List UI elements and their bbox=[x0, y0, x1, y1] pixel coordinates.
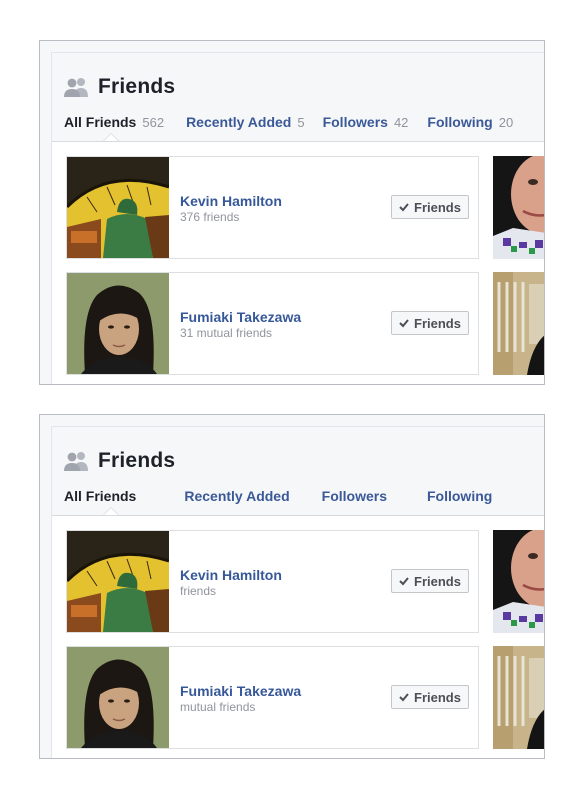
friend-name[interactable]: Fumiaki Takezawa bbox=[180, 683, 301, 699]
friends-card-container: Friends All Friends 562 Recently Added 5 F… bbox=[51, 52, 544, 384]
friends-button[interactable]: Friends bbox=[391, 569, 469, 593]
portrait-avatar-image bbox=[67, 647, 169, 748]
friends-button[interactable]: Friends bbox=[391, 311, 469, 335]
avatar-next-friend[interactable] bbox=[493, 156, 544, 259]
comic-avatar-image bbox=[67, 157, 169, 258]
friends-button-label: Friends bbox=[414, 573, 461, 589]
active-tab-indicator-fill bbox=[104, 508, 118, 515]
cropped-avatar-image bbox=[493, 646, 544, 749]
friends-tabs: All Friends Recently Added Followers Fol… bbox=[64, 488, 492, 504]
tab-recently-added[interactable]: Recently Added bbox=[184, 488, 289, 504]
check-icon bbox=[399, 319, 409, 328]
cropped-avatar-image bbox=[493, 272, 544, 375]
friend-name[interactable]: Kevin Hamilton bbox=[180, 193, 282, 209]
portrait-avatar-image bbox=[67, 273, 169, 374]
tab-all-friends[interactable]: All Friends 562 bbox=[64, 114, 164, 130]
friends-panel-without-counts: Friends All Friends Recently Added Follo… bbox=[39, 414, 545, 759]
friend-count: 376 friends bbox=[180, 210, 240, 224]
friends-button[interactable]: Friends bbox=[391, 195, 469, 219]
friends-tabs: All Friends 562 Recently Added 5 Followers… bbox=[64, 114, 513, 130]
friend-card: Kevin Hamilton friends Friends bbox=[66, 530, 479, 633]
check-icon bbox=[399, 577, 409, 586]
avatar-next-friend[interactable] bbox=[493, 272, 544, 375]
mutual-friends-count: 31 mutual friends bbox=[180, 326, 273, 340]
tab-count: 5 bbox=[297, 115, 305, 130]
friends-button[interactable]: Friends bbox=[391, 685, 469, 709]
tab-following[interactable]: Following 20 bbox=[427, 114, 513, 130]
avatar-kevin-hamilton[interactable] bbox=[67, 531, 169, 632]
page-title: Friends bbox=[98, 449, 176, 472]
friends-icon bbox=[64, 452, 88, 471]
cropped-avatar-image bbox=[493, 156, 544, 259]
tab-followers[interactable]: Followers bbox=[322, 488, 387, 504]
friend-card: Fumiaki Takezawa 31 mutual friends Frien… bbox=[66, 272, 479, 375]
tab-followers[interactable]: Followers 42 bbox=[323, 114, 409, 130]
tab-label: Recently Added bbox=[184, 488, 290, 504]
friends-list: Kevin Hamilton friends Friends Fumiaki T… bbox=[52, 516, 544, 758]
tab-count: 562 bbox=[142, 115, 165, 130]
avatar-next-friend[interactable] bbox=[493, 530, 544, 633]
tab-count: 42 bbox=[393, 115, 409, 130]
avatar-kevin-hamilton[interactable] bbox=[67, 157, 169, 258]
check-icon bbox=[399, 693, 409, 702]
friends-list: Kevin Hamilton 376 friends Friends Fumia… bbox=[52, 142, 544, 384]
comic-avatar-image bbox=[67, 531, 169, 632]
active-tab-indicator-fill bbox=[104, 134, 118, 141]
tab-label: Followers bbox=[321, 488, 387, 504]
page-title: Friends bbox=[98, 75, 176, 98]
friends-header: Friends All Friends 562 Recently Added 5 F… bbox=[52, 53, 544, 142]
cropped-avatar-image bbox=[493, 530, 544, 633]
friends-button-label: Friends bbox=[414, 315, 461, 331]
tab-label: Recently Added bbox=[186, 114, 292, 130]
avatar-fumiaki-takezawa[interactable] bbox=[67, 647, 169, 748]
friend-card: Kevin Hamilton 376 friends Friends bbox=[66, 156, 479, 259]
tab-following[interactable]: Following bbox=[427, 488, 492, 504]
friends-button-label: Friends bbox=[414, 689, 461, 705]
check-icon bbox=[399, 203, 409, 212]
friends-button-label: Friends bbox=[414, 199, 461, 215]
tab-recently-added[interactable]: Recently Added 5 bbox=[186, 114, 305, 130]
tab-label: All Friends bbox=[64, 488, 137, 504]
avatar-next-friend[interactable] bbox=[493, 646, 544, 749]
friend-count: friends bbox=[180, 584, 217, 598]
avatar-fumiaki-takezawa[interactable] bbox=[67, 273, 169, 374]
friends-icon bbox=[64, 78, 88, 97]
tab-label: Following bbox=[427, 114, 493, 130]
tab-label: All Friends bbox=[64, 114, 137, 130]
friend-name[interactable]: Fumiaki Takezawa bbox=[180, 309, 301, 325]
friend-name[interactable]: Kevin Hamilton bbox=[180, 567, 282, 583]
tab-count: 20 bbox=[498, 115, 514, 130]
friend-card: Fumiaki Takezawa mutual friends Friends bbox=[66, 646, 479, 749]
tab-all-friends[interactable]: All Friends bbox=[64, 488, 136, 504]
tab-label: Following bbox=[427, 488, 493, 504]
mutual-friends-count: mutual friends bbox=[180, 700, 256, 714]
friends-card-container: Friends All Friends Recently Added Follo… bbox=[51, 426, 544, 758]
friends-header: Friends All Friends Recently Added Follo… bbox=[52, 427, 544, 516]
friends-panel-with-counts: Friends All Friends 562 Recently Added 5 F… bbox=[39, 40, 545, 385]
tab-label: Followers bbox=[322, 114, 388, 130]
